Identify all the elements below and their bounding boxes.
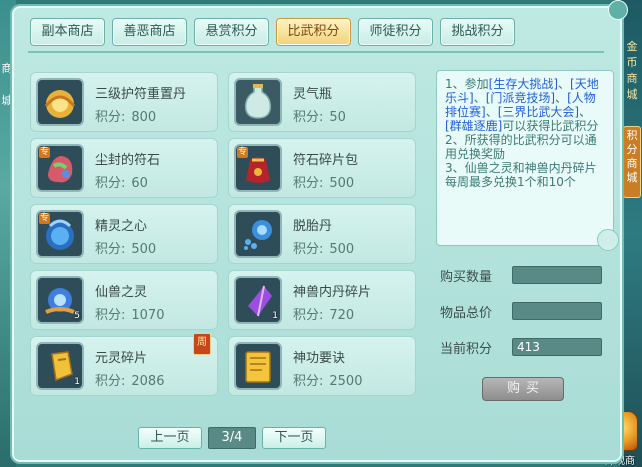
- rules-description: 1、参加[生存大挑战]、[天地乐斗]、[门派竞技场]、[人物排位赛]、[三界比武…: [436, 70, 619, 251]
- side-right-text-3: 商: [626, 72, 638, 85]
- weekly-limit-badge: 周: [193, 333, 211, 355]
- quantity-label: 购买数量: [440, 270, 493, 285]
- shop-item[interactable]: 专 精灵之心 积分: 500: [30, 204, 218, 264]
- rule-text: 、: [558, 77, 571, 91]
- item-price: 积分: 800: [95, 110, 157, 125]
- quantity-input[interactable]: [512, 266, 602, 284]
- rule-text: 、: [473, 91, 486, 105]
- prev-page-button[interactable]: 上一页: [138, 427, 202, 449]
- shop-item[interactable]: 专 符石碎片包 积分: 500: [228, 138, 416, 198]
- item-quantity: 1: [74, 377, 80, 387]
- side-right-text-1: 金: [626, 40, 638, 53]
- item-name: 元灵碎片: [95, 351, 148, 366]
- rule-text: 2、所获得的比武积分可以通用兑换奖励: [445, 133, 597, 161]
- gold-lotus-pill-icon: [36, 78, 84, 126]
- rule-text: 3、仙兽之灵和神兽内丹碎片每周最多兑换1个和10个: [445, 161, 597, 189]
- item-name: 尘封的符石: [95, 153, 161, 168]
- item-price: 积分: 500: [293, 176, 355, 191]
- item-price: 积分: 2086: [95, 374, 165, 389]
- rule-text: 、: [579, 105, 592, 119]
- total-price-label: 物品总价: [440, 306, 493, 321]
- shop-item[interactable]: 三级护符重置丹 积分: 800: [30, 72, 218, 132]
- item-name: 神兽内丹碎片: [293, 285, 372, 300]
- shop-item[interactable]: 1 神兽内丹碎片 积分: 720: [228, 270, 416, 330]
- next-page-button[interactable]: 下一页: [262, 427, 326, 449]
- current-points-label: 当前积分: [440, 342, 493, 357]
- side-right-text-2: 币: [626, 56, 638, 69]
- points-mall-side-button[interactable]: 积分商城: [623, 126, 641, 198]
- decorative-corner: [597, 229, 619, 251]
- exclusive-badge: 专: [237, 147, 249, 158]
- item-quantity: 5: [74, 311, 80, 321]
- tab-challenge-points[interactable]: 挑战积分: [440, 18, 515, 46]
- current-points-field: 413: [512, 338, 602, 356]
- item-price: 积分: 1070: [95, 308, 165, 323]
- item-name: 精灵之心: [95, 219, 148, 234]
- tab-dungeon-shop[interactable]: 副本商店: [30, 18, 105, 46]
- item-name: 符石碎片包: [293, 153, 359, 168]
- page-indicator: 3/4: [208, 427, 256, 449]
- item-name: 神功要诀: [293, 351, 346, 366]
- event-link[interactable]: [生存大挑战]: [489, 77, 558, 91]
- dusty-rune-stone-icon: 专: [36, 144, 84, 192]
- item-name: 脱胎丹: [293, 219, 333, 234]
- spirit-heart-icon: 专: [36, 210, 84, 258]
- rebirth-pill-icon: [234, 210, 282, 258]
- shop-tabs: 副本商店 善恶商店 悬赏积分 比武积分 师徒积分 挑战积分: [30, 18, 515, 46]
- purple-crystal-shard-icon: 1: [234, 276, 282, 324]
- shop-item[interactable]: 5 仙兽之灵 积分: 1070: [30, 270, 218, 330]
- item-name: 灵气瓶: [293, 87, 333, 102]
- rule-text: 、: [485, 105, 498, 119]
- item-grid: 三级护符重置丹 积分: 800 灵气瓶 积分: 50 专 尘封的符石 积分: 60 专: [30, 72, 416, 396]
- item-price: 积分: 500: [95, 242, 157, 257]
- tab-bounty-points[interactable]: 悬赏积分: [194, 18, 269, 46]
- rule-text: 、: [555, 91, 568, 105]
- shop-item[interactable]: 1 周 元灵碎片 积分: 2086: [30, 333, 218, 396]
- rule-text: 1、参加: [445, 77, 489, 91]
- event-link[interactable]: [群雄逐鹿]: [445, 119, 502, 133]
- exclusive-badge: 专: [39, 147, 51, 158]
- item-price: 积分: 60: [95, 176, 148, 191]
- item-name: 仙兽之灵: [95, 285, 148, 300]
- item-price: 积分: 500: [293, 242, 355, 257]
- tab-karma-shop[interactable]: 善恶商店: [112, 18, 187, 46]
- shop-item[interactable]: 专 尘封的符石 积分: 60: [30, 138, 218, 198]
- item-quantity: 1: [272, 311, 278, 321]
- tab-duel-points[interactable]: 比武积分: [276, 18, 351, 46]
- secret-book-icon: [234, 342, 282, 390]
- rune-shard-bag-icon: 专: [234, 144, 282, 192]
- item-price: 积分: 2500: [293, 374, 363, 389]
- event-link[interactable]: [三界比武大会]: [498, 105, 579, 119]
- shop-panel: 副本商店 善恶商店 悬赏积分 比武积分 师徒积分 挑战积分 三级护符重置丹 积分…: [10, 0, 628, 464]
- shop-item[interactable]: 灵气瓶 积分: 50: [228, 72, 416, 132]
- shop-item[interactable]: 神功要诀 积分: 2500: [228, 336, 416, 396]
- total-price-field: [512, 302, 602, 320]
- beast-spirit-icon: 5: [36, 276, 84, 324]
- buy-button[interactable]: 购买: [482, 377, 564, 401]
- side-right-text-4: 城: [626, 88, 638, 101]
- item-name: 三级护符重置丹: [95, 87, 187, 102]
- tab-mentor-points[interactable]: 师徒积分: [358, 18, 433, 46]
- rule-text: 可以获得比武积分: [502, 119, 599, 133]
- event-link[interactable]: [门派竞技场]: [486, 91, 555, 105]
- close-icon[interactable]: [608, 0, 628, 20]
- tab-divider: [28, 51, 604, 53]
- shop-item[interactable]: 脱胎丹 积分: 500: [228, 204, 416, 264]
- spirit-vase-icon: [234, 78, 282, 126]
- exclusive-badge: 专: [39, 213, 51, 224]
- item-price: 积分: 50: [293, 110, 346, 125]
- item-price: 积分: 720: [293, 308, 355, 323]
- yuanling-shard-icon: 1: [36, 342, 84, 390]
